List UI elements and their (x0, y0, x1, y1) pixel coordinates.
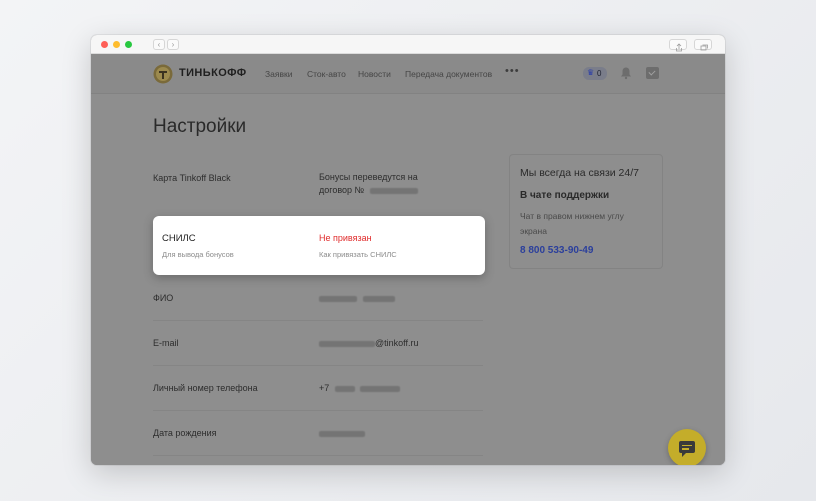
nav-item-news[interactable]: Новости (358, 69, 391, 79)
browser-window: ‹ › ТИНЬКОФФ Заявки Сток-авто Новости Пе… (91, 35, 725, 465)
card-label: Карта Tinkoff Black (153, 173, 231, 183)
bonus-count: 0 (597, 69, 602, 78)
phone-redacted-1 (334, 385, 355, 392)
card-value: Бонусы переведутся на договор № (319, 171, 418, 197)
phone-prefix: +7 (319, 383, 330, 393)
fio-redacted-1 (319, 295, 357, 302)
page-content: ТИНЬКОФФ Заявки Сток-авто Новости Переда… (91, 54, 725, 465)
snils-label: СНИЛС (162, 233, 196, 244)
support-phone-link[interactable]: 8 800 533-90-49 (520, 245, 593, 256)
snils-status: Не привязан (319, 233, 372, 243)
logo-icon[interactable] (153, 64, 173, 84)
dob-label: Дата рождения (153, 428, 217, 438)
email-domain: @tinkoff.ru (375, 338, 419, 348)
fio-value (319, 292, 395, 305)
card-value-line1: Бонусы переведутся на (319, 172, 418, 182)
phone-value: +7 (319, 382, 401, 395)
site-header: ТИНЬКОФФ Заявки Сток-авто Новости Переда… (91, 54, 725, 94)
bell-icon[interactable] (619, 66, 633, 80)
phone-redacted-2 (360, 385, 401, 392)
fio-redacted-2 (362, 295, 395, 302)
nav-item-stock-auto[interactable]: Сток-авто (307, 69, 346, 79)
chat-icon (679, 441, 695, 457)
support-panel: Мы всегда на связи 24/7 В чате поддержки… (509, 154, 663, 269)
chat-button[interactable] (668, 429, 706, 465)
email-value: @tinkoff.ru (319, 337, 419, 350)
card-value-line2-wrap: договор № (319, 184, 418, 197)
snils-how-to-link[interactable]: Как привязать СНИЛС (319, 250, 397, 259)
brand-name[interactable]: ТИНЬКОФФ (179, 67, 247, 79)
snils-sublabel: Для вывода бонусов (162, 250, 234, 259)
snils-card[interactable]: СНИЛС Для вывода бонусов Не привязан Как… (153, 216, 485, 275)
phone-label: Личный номер телефона (153, 383, 258, 393)
divider (153, 365, 483, 366)
dob-redacted (319, 430, 365, 437)
back-icon[interactable]: ‹ (153, 39, 165, 50)
more-menu-icon[interactable]: ••• (505, 65, 520, 77)
chat-icon-line (682, 448, 689, 450)
nav-item-applications[interactable]: Заявки (265, 69, 292, 79)
support-title: Мы всегда на связи 24/7 (520, 167, 639, 179)
dob-value (319, 427, 365, 440)
tabs-icon[interactable] (694, 39, 712, 51)
share-icon[interactable] (669, 39, 687, 52)
title-bar: ‹ › (91, 35, 725, 54)
close-window-button[interactable] (101, 41, 108, 48)
divider (153, 410, 483, 411)
support-text: Чат в правом нижнем углу экрана (520, 211, 624, 236)
minimize-window-button[interactable] (113, 41, 120, 48)
email-label: E-mail (153, 338, 179, 348)
crown-icon: ♛ (587, 68, 595, 77)
forward-icon[interactable]: › (167, 39, 179, 50)
nav-item-documents[interactable]: Передача документов (405, 69, 492, 79)
card-value-line2: договор № (319, 185, 365, 195)
page-title: Настройки (153, 116, 247, 137)
fio-label: ФИО (153, 293, 174, 303)
chat-icon-line (682, 444, 692, 446)
bonus-badge[interactable]: ♛ 0 (583, 67, 607, 80)
support-subtitle: В чате поддержки (520, 190, 610, 201)
email-redacted (319, 340, 375, 347)
divider (153, 320, 483, 321)
contract-number-redacted (369, 187, 418, 194)
divider (153, 455, 483, 456)
inbox-icon[interactable] (646, 67, 659, 79)
maximize-window-button[interactable] (125, 41, 132, 48)
